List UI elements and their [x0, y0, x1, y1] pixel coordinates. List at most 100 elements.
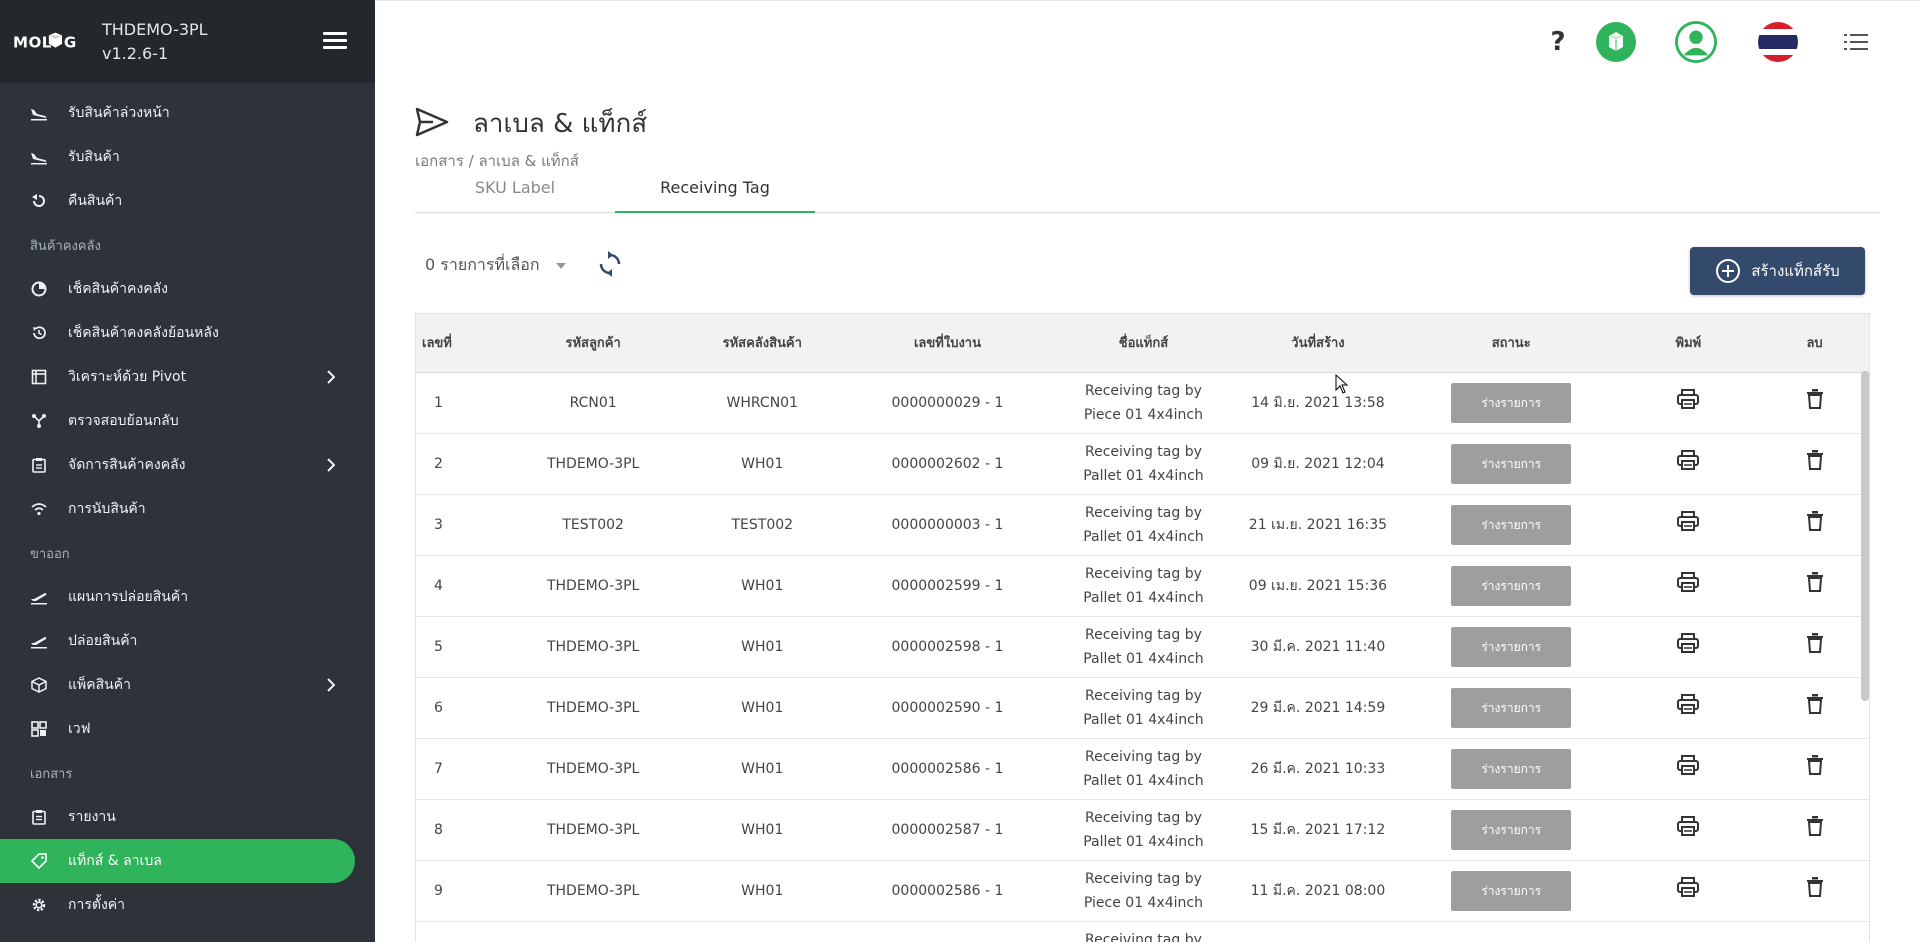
col-header-customer[interactable]: รหัสลูกค้า: [501, 314, 685, 373]
trash-icon[interactable]: [1806, 876, 1823, 897]
table-row[interactable]: 5 THDEMO-3PL WH01 0000002598 - 1 Receiving t…: [416, 616, 1869, 678]
print-icon[interactable]: [1677, 876, 1700, 897]
trash-icon[interactable]: [1806, 388, 1823, 409]
status-badge[interactable]: ร่างรายการ: [1451, 504, 1572, 545]
print-icon[interactable]: [1677, 449, 1700, 470]
table-row[interactable]: 9 THDEMO-3PL WH01 0000002586 - 1 Receiving t…: [416, 860, 1869, 922]
tag-name: Receiving tag by Pallet 01 4x4inch: [1054, 494, 1233, 556]
svg-text:G: G: [64, 33, 77, 51]
sidebar-item[interactable]: รายงาน: [0, 795, 375, 839]
sidebar-item[interactable]: แพ็คสินค้า: [0, 663, 375, 707]
print-icon[interactable]: [1677, 571, 1700, 592]
tab-receiving-tag[interactable]: Receiving Tag: [615, 178, 815, 213]
trash-icon[interactable]: [1806, 815, 1823, 836]
table-row[interactable]: Receiving tag by Pallet 01: [416, 921, 1869, 942]
delete-cell: [1758, 372, 1869, 434]
document-number: 0000002602 - 1: [840, 433, 1055, 495]
selection-dropdown[interactable]: 0 รายการที่เลือก: [425, 253, 566, 278]
trash-icon[interactable]: [1806, 754, 1823, 775]
print-icon[interactable]: [1677, 388, 1700, 409]
status-badge[interactable]: ร่างรายการ: [1451, 809, 1572, 850]
help-icon[interactable]: ?: [1537, 21, 1579, 63]
table-row[interactable]: 6 THDEMO-3PL WH01 0000002590 - 1 Receiving t…: [416, 677, 1869, 739]
status-badge[interactable]: ร่างรายการ: [1451, 382, 1572, 423]
sidebar-item[interactable]: แท็กส์ & ลาเบล: [0, 839, 355, 883]
status-cell: [1403, 921, 1619, 942]
col-header-tag-name[interactable]: ชื่อแท็กส์: [1054, 314, 1233, 373]
print-icon[interactable]: [1677, 754, 1700, 775]
sidebar-item[interactable]: เวฟ: [0, 707, 375, 751]
sidebar-item-label: เช็คสินค้าคงคลัง: [68, 281, 168, 297]
report-icon: [30, 808, 48, 826]
avatar[interactable]: [1675, 21, 1717, 63]
sidebar-item[interactable]: เช็คสินค้าคงคลังย้อนหลัง: [0, 311, 375, 355]
sidebar-item-label: ปล่อยสินค้า: [68, 633, 138, 649]
breadcrumb[interactable]: เอกสาร / ลาเบล & แท็กส์: [415, 149, 579, 173]
wifi-icon: [30, 500, 48, 518]
table-row[interactable]: 1 RCN01 WHRCN01 0000000029 - 1 Receiving tag…: [416, 372, 1869, 434]
chevron-right-icon[interactable]: [326, 458, 336, 476]
tag-name: Receiving tag by Pallet 01 4x4inch: [1054, 555, 1233, 617]
table-row[interactable]: 8 THDEMO-3PL WH01 0000002587 - 1 Receiving t…: [416, 799, 1869, 861]
print-icon[interactable]: [1677, 632, 1700, 653]
created-date: [1232, 921, 1404, 942]
col-header-no[interactable]: เลขที่: [416, 314, 502, 373]
col-header-document[interactable]: เลขที่ใบงาน: [840, 314, 1055, 373]
table-row[interactable]: 7 THDEMO-3PL WH01 0000002586 - 1 Receiving t…: [416, 738, 1869, 800]
status-badge[interactable]: ร่างรายการ: [1451, 748, 1572, 789]
sidebar-item[interactable]: วิเคราะห์ด้วย Pivot: [0, 355, 375, 399]
trash-icon[interactable]: [1806, 449, 1823, 470]
status-badge[interactable]: ร่างรายการ: [1451, 565, 1572, 606]
print-icon[interactable]: [1677, 693, 1700, 714]
tags-table: เลขที่ รหัสลูกค้า รหัสคลังสินค้า เลขที่ใ…: [415, 313, 1870, 942]
sidebar-item[interactable]: คืนสินค้า: [0, 179, 375, 223]
chevron-right-icon[interactable]: [326, 678, 336, 696]
trash-icon[interactable]: [1806, 510, 1823, 531]
status-cell: ร่างรายการ: [1403, 616, 1619, 678]
chevron-right-icon[interactable]: [326, 370, 336, 388]
plane-takeoff-icon: [30, 632, 48, 650]
status-badge[interactable]: ร่างรายการ: [1451, 626, 1572, 667]
selection-count: 0 รายการที่เลือก: [425, 255, 540, 274]
col-header-created-date[interactable]: วันที่สร้าง: [1232, 314, 1404, 373]
print-cell: [1618, 738, 1759, 800]
sidebar-item[interactable]: รับสินค้าล่วงหน้า: [0, 91, 375, 135]
tag-name: Receiving tag by Pallet 01: [1054, 921, 1233, 942]
status-badge[interactable]: ร่างรายการ: [1451, 870, 1572, 911]
table-scrollbar[interactable]: [1861, 371, 1869, 701]
sidebar-item-label: รายงาน: [68, 809, 116, 825]
customer-code: THDEMO-3PL: [501, 738, 685, 800]
print-icon[interactable]: [1677, 510, 1700, 531]
sidebar-item[interactable]: แผนการปล่อยสินค้า: [0, 575, 375, 619]
thai-flag-icon[interactable]: [1757, 21, 1799, 63]
status-cell: ร่างรายการ: [1403, 494, 1619, 556]
status-badge[interactable]: ร่างรายการ: [1451, 687, 1572, 728]
warehouse-code: WH01: [684, 433, 841, 495]
status-badge[interactable]: ร่างรายการ: [1451, 443, 1572, 484]
print-icon[interactable]: [1677, 815, 1700, 836]
sidebar-item[interactable]: การตั้งค่า: [0, 883, 375, 927]
trash-icon[interactable]: [1806, 693, 1823, 714]
tab-sku-label[interactable]: SKU Label: [415, 178, 615, 213]
col-header-status[interactable]: สถานะ: [1403, 314, 1619, 373]
sidebar-item[interactable]: การนับสินค้า: [0, 487, 375, 531]
table-row[interactable]: 4 THDEMO-3PL WH01 0000002599 - 1 Receiving t…: [416, 555, 1869, 617]
sidebar-item[interactable]: เช็คสินค้าคงคลัง: [0, 267, 375, 311]
send-icon: [415, 107, 449, 141]
table-row[interactable]: 3 TEST002 TEST002 0000000003 - 1 Receiving t…: [416, 494, 1869, 556]
app-switch-icon[interactable]: [1595, 21, 1637, 63]
sidebar-item[interactable]: รับสินค้า: [0, 135, 375, 179]
col-header-print: พิมพ์: [1618, 314, 1759, 373]
trash-icon[interactable]: [1806, 571, 1823, 592]
menu-toggle-icon[interactable]: [323, 32, 347, 50]
col-header-warehouse[interactable]: รหัสคลังสินค้า: [684, 314, 841, 373]
table-row[interactable]: 2 THDEMO-3PL WH01 0000002602 - 1 Receiving t…: [416, 433, 1869, 495]
refresh-icon[interactable]: [597, 251, 625, 279]
create-receiving-tag-button[interactable]: สร้างแท็กส์รับ: [1690, 247, 1865, 295]
sidebar-item[interactable]: จัดการสินค้าคงคลัง: [0, 443, 375, 487]
sidebar-item[interactable]: ตรวจสอบย้อนกลับ: [0, 399, 375, 443]
list-menu-icon[interactable]: [1835, 21, 1877, 63]
sidebar-item-label: วิเคราะห์ด้วย Pivot: [68, 369, 187, 385]
trash-icon[interactable]: [1806, 632, 1823, 653]
sidebar-item[interactable]: ปล่อยสินค้า: [0, 619, 375, 663]
